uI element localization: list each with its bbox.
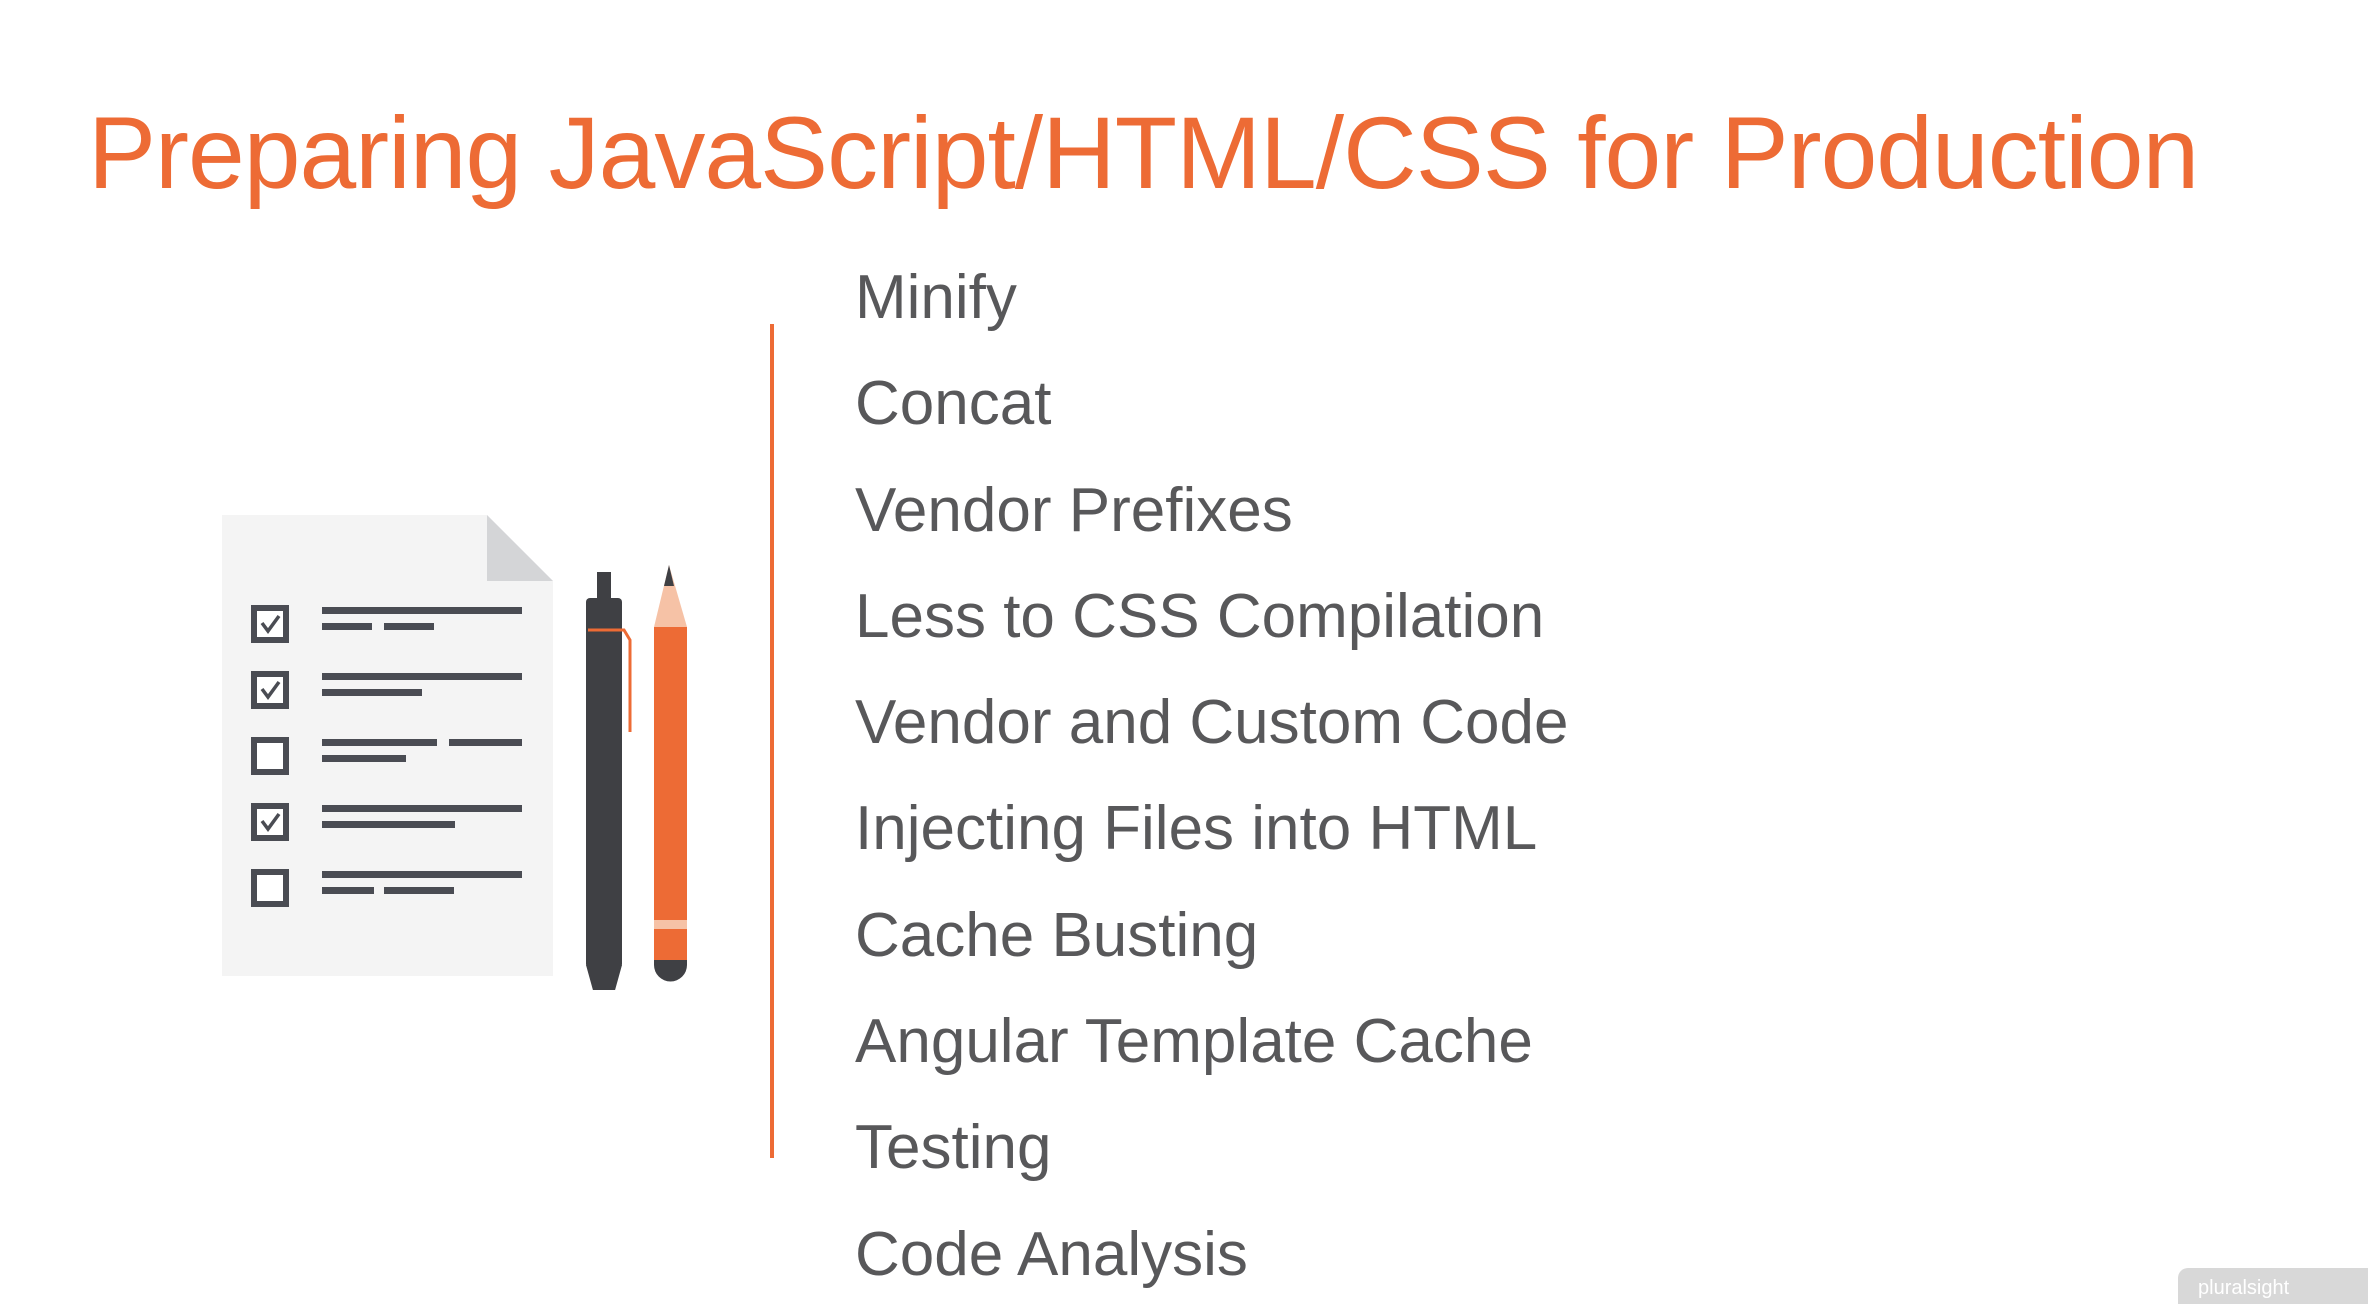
slide-title: Preparing JavaScript/HTML/CSS for Produc… — [88, 96, 2199, 210]
text-line-mark — [384, 623, 434, 630]
text-line-mark — [322, 871, 522, 878]
list-item: Code Analysis — [855, 1219, 1248, 1289]
document-icon — [222, 515, 553, 976]
empty-box-icon — [251, 737, 289, 775]
list-item: Angular Template Cache — [855, 1007, 1533, 1077]
list-item: Injecting Files into HTML — [855, 794, 1538, 864]
list-item: Vendor and Custom Code — [855, 688, 1569, 758]
watermark-logo: pluralsight — [2178, 1268, 2368, 1304]
list-item: Minify — [855, 263, 1017, 332]
vertical-divider — [770, 324, 774, 1158]
text-line-mark — [322, 607, 522, 614]
list-item: Testing — [855, 1113, 1052, 1183]
pencil-icon — [654, 565, 687, 982]
text-line-mark — [322, 821, 455, 828]
checklist-illustration — [222, 510, 702, 1030]
topic-list: Minify Concat Vendor Prefixes Less to CS… — [855, 245, 1568, 1308]
text-line-mark — [322, 805, 522, 812]
list-item: Cache Busting — [855, 900, 1259, 970]
text-line-mark — [449, 739, 522, 746]
list-item: Less to CSS Compilation — [855, 581, 1545, 651]
text-line-mark — [322, 887, 374, 894]
checked-box-icon — [251, 605, 289, 643]
text-line-mark — [322, 755, 406, 762]
empty-box-icon — [251, 869, 289, 907]
pen-icon — [586, 572, 632, 1030]
text-line-mark — [322, 739, 437, 746]
list-item: Concat — [855, 369, 1052, 439]
checked-box-icon — [251, 803, 289, 841]
text-line-mark — [384, 887, 454, 894]
text-line-mark — [322, 673, 522, 680]
text-line-mark — [322, 689, 422, 696]
text-line-mark — [322, 623, 372, 630]
list-item: Vendor Prefixes — [855, 475, 1293, 545]
checked-box-icon — [251, 671, 289, 709]
